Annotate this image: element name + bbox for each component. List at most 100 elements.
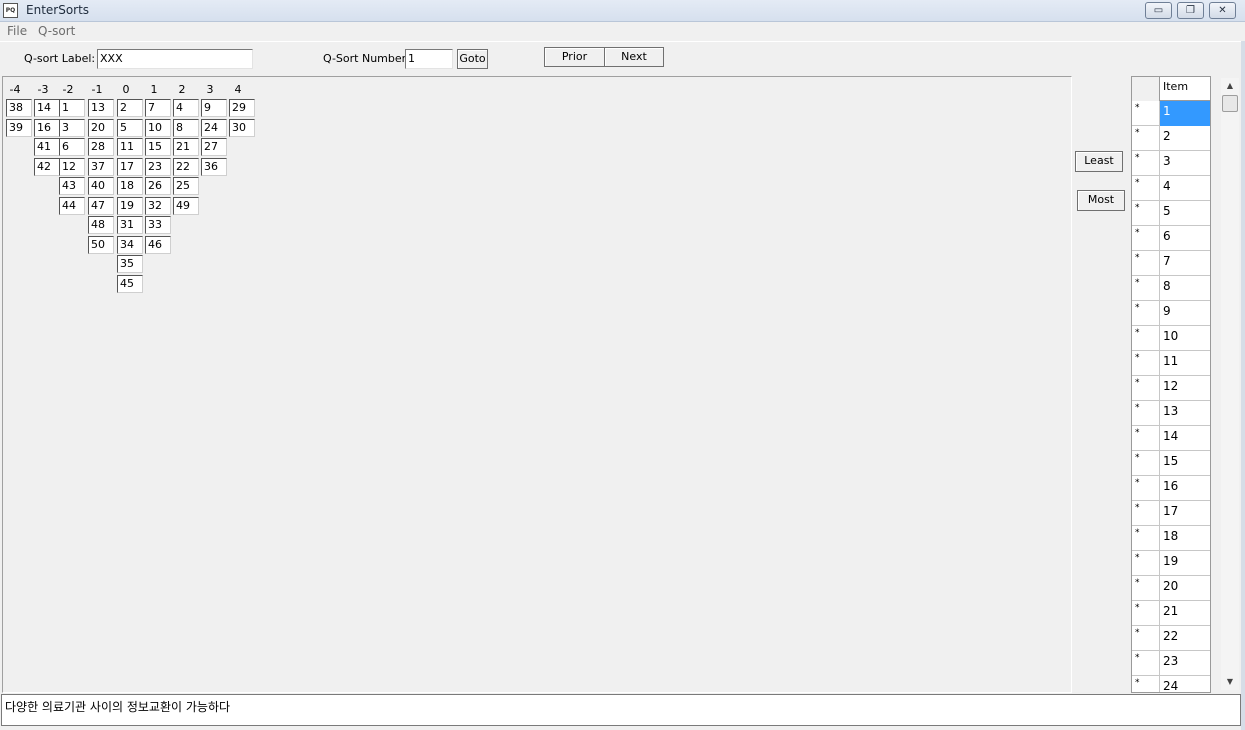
sort-cell[interactable]: 32 — [145, 197, 171, 215]
sort-cell[interactable]: 46 — [145, 236, 171, 254]
sort-cell[interactable]: 45 — [117, 275, 143, 293]
row-item-number[interactable]: 7 — [1160, 251, 1210, 276]
item-list-row[interactable]: * 1 — [1132, 101, 1210, 126]
least-button[interactable]: Least — [1075, 151, 1123, 172]
sort-cell[interactable]: 47 — [88, 197, 114, 215]
row-item-number[interactable]: 3 — [1160, 151, 1210, 176]
item-list-row[interactable]: * 8 — [1132, 276, 1210, 301]
item-list-row[interactable]: * 15 — [1132, 451, 1210, 476]
menu-file[interactable]: File — [7, 24, 27, 38]
item-list-row[interactable]: * 24 — [1132, 676, 1210, 692]
minimize-button[interactable]: ▭ — [1145, 2, 1172, 19]
item-list-row[interactable]: * 23 — [1132, 651, 1210, 676]
sort-cell[interactable]: 19 — [117, 197, 143, 215]
sort-cell[interactable]: 6 — [59, 138, 85, 156]
row-item-number[interactable]: 19 — [1160, 551, 1210, 576]
row-item-number[interactable]: 15 — [1160, 451, 1210, 476]
item-list-row[interactable]: * 11 — [1132, 351, 1210, 376]
item-list-row[interactable]: * 17 — [1132, 501, 1210, 526]
sort-cell[interactable]: 36 — [201, 158, 227, 176]
sort-cell[interactable]: 30 — [229, 119, 255, 137]
item-list-row[interactable]: * 14 — [1132, 426, 1210, 451]
sort-cell[interactable]: 10 — [145, 119, 171, 137]
sort-cell[interactable]: 39 — [6, 119, 32, 137]
next-button[interactable]: Next — [604, 47, 664, 67]
sort-cell[interactable]: 9 — [201, 99, 227, 117]
sort-cell[interactable]: 41 — [34, 138, 60, 156]
row-item-number[interactable]: 5 — [1160, 201, 1210, 226]
item-list-row[interactable]: * 12 — [1132, 376, 1210, 401]
sort-cell[interactable]: 50 — [88, 236, 114, 254]
row-item-number[interactable]: 22 — [1160, 626, 1210, 651]
sort-cell[interactable]: 3 — [59, 119, 85, 137]
sort-cell[interactable]: 48 — [88, 216, 114, 234]
sort-cell[interactable]: 21 — [173, 138, 199, 156]
row-item-number[interactable]: 6 — [1160, 226, 1210, 251]
row-item-number[interactable]: 14 — [1160, 426, 1210, 451]
item-list-row[interactable]: * 7 — [1132, 251, 1210, 276]
sort-cell[interactable]: 15 — [145, 138, 171, 156]
row-item-number[interactable]: 12 — [1160, 376, 1210, 401]
row-item-number[interactable]: 20 — [1160, 576, 1210, 601]
sort-cell[interactable]: 5 — [117, 119, 143, 137]
sort-cell[interactable]: 34 — [117, 236, 143, 254]
item-list-row[interactable]: * 21 — [1132, 601, 1210, 626]
row-item-number[interactable]: 21 — [1160, 601, 1210, 626]
sort-cell[interactable]: 23 — [145, 158, 171, 176]
sort-cell[interactable]: 42 — [34, 158, 60, 176]
row-item-number[interactable]: 17 — [1160, 501, 1210, 526]
close-button[interactable]: ✕ — [1209, 2, 1236, 19]
sort-cell[interactable]: 38 — [6, 99, 32, 117]
item-list-row[interactable]: * 13 — [1132, 401, 1210, 426]
sort-cell[interactable]: 33 — [145, 216, 171, 234]
scroll-thumb[interactable] — [1222, 95, 1238, 112]
most-button[interactable]: Most — [1077, 190, 1125, 211]
restore-button[interactable]: ❐ — [1177, 2, 1204, 19]
sort-cell[interactable]: 4 — [173, 99, 199, 117]
item-list-row[interactable]: * 19 — [1132, 551, 1210, 576]
sort-cell[interactable]: 1 — [59, 99, 85, 117]
qsort-label-input[interactable]: XXX — [97, 49, 253, 69]
item-list[interactable]: Item * 1 * 2 * 3 * 4 * 5 * 6 * 7 * 8 * 9 * 10 * 11 * 12 * 13 * 14 * 1… — [1131, 76, 1211, 693]
qsort-number-input[interactable]: 1 — [405, 49, 453, 69]
row-item-number[interactable]: 11 — [1160, 351, 1210, 376]
sort-cell[interactable]: 11 — [117, 138, 143, 156]
item-list-row[interactable]: * 6 — [1132, 226, 1210, 251]
item-list-row[interactable]: * 9 — [1132, 301, 1210, 326]
row-item-number[interactable]: 9 — [1160, 301, 1210, 326]
sort-cell[interactable]: 17 — [117, 158, 143, 176]
statement-textbox[interactable]: 다양한 의료기관 사이의 정보교환이 가능하다 — [1, 694, 1241, 726]
row-item-number[interactable]: 10 — [1160, 326, 1210, 351]
row-item-number[interactable]: 23 — [1160, 651, 1210, 676]
row-item-number[interactable]: 16 — [1160, 476, 1210, 501]
item-list-row[interactable]: * 18 — [1132, 526, 1210, 551]
row-item-number[interactable]: 4 — [1160, 176, 1210, 201]
sort-cell[interactable]: 18 — [117, 177, 143, 195]
goto-button[interactable]: Goto — [457, 49, 488, 69]
row-item-number[interactable]: 2 — [1160, 126, 1210, 151]
sort-cell[interactable]: 2 — [117, 99, 143, 117]
menu-qsort[interactable]: Q-sort — [38, 24, 75, 38]
scroll-up-icon[interactable]: ▲ — [1221, 78, 1239, 94]
sort-cell[interactable]: 26 — [145, 177, 171, 195]
sort-cell[interactable]: 49 — [173, 197, 199, 215]
item-list-row[interactable]: * 10 — [1132, 326, 1210, 351]
item-list-row[interactable]: * 16 — [1132, 476, 1210, 501]
sort-cell[interactable]: 24 — [201, 119, 227, 137]
sort-cell[interactable]: 44 — [59, 197, 85, 215]
sort-cell[interactable]: 8 — [173, 119, 199, 137]
sort-cell[interactable]: 28 — [88, 138, 114, 156]
sort-cell[interactable]: 7 — [145, 99, 171, 117]
sort-cell[interactable]: 16 — [34, 119, 60, 137]
sort-cell[interactable]: 13 — [88, 99, 114, 117]
row-item-number[interactable]: 24 — [1160, 676, 1210, 692]
sort-cell[interactable]: 20 — [88, 119, 114, 137]
row-item-number[interactable]: 13 — [1160, 401, 1210, 426]
scroll-down-icon[interactable]: ▼ — [1221, 674, 1239, 690]
sort-cell[interactable]: 43 — [59, 177, 85, 195]
sort-cell[interactable]: 40 — [88, 177, 114, 195]
item-list-row[interactable]: * 20 — [1132, 576, 1210, 601]
sort-cell[interactable]: 22 — [173, 158, 199, 176]
sort-cell[interactable]: 35 — [117, 255, 143, 273]
item-list-scrollbar[interactable]: ▲ ▼ — [1221, 78, 1239, 690]
